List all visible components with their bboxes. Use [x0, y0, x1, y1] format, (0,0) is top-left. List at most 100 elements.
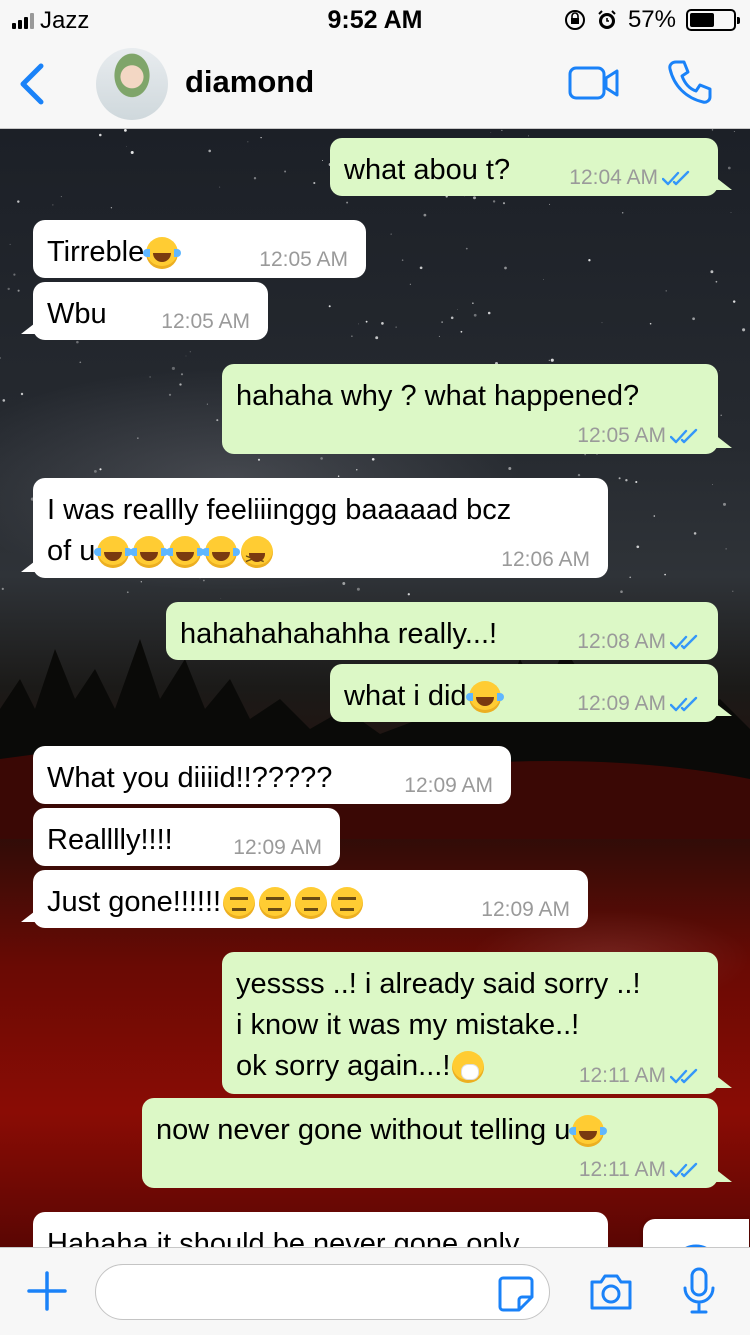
message-time: 12:09 AM	[577, 692, 700, 716]
star	[365, 320, 368, 323]
star	[715, 280, 718, 283]
contact-name[interactable]: diamond	[185, 64, 314, 100]
star	[693, 532, 697, 535]
laugh-emoji-icon	[569, 1115, 608, 1148]
star	[727, 166, 731, 170]
outgoing-message[interactable]: what i did 12:09 AM	[330, 664, 718, 722]
message-text: now never gone without telling u	[156, 1110, 608, 1151]
message-time: 12:09 AM	[233, 836, 322, 859]
star	[692, 317, 695, 321]
star	[216, 419, 219, 422]
orientation-lock-icon	[564, 10, 585, 30]
meh-emoji-icon	[223, 887, 256, 920]
star	[346, 201, 349, 204]
star	[257, 458, 261, 461]
sticker-icon[interactable]	[497, 1275, 535, 1313]
star	[13, 273, 16, 276]
message-text: what abou t?	[344, 154, 511, 186]
star	[140, 581, 142, 583]
scroll-down-icon	[685, 1244, 707, 1247]
star	[710, 270, 714, 274]
star	[441, 321, 443, 323]
star	[126, 591, 129, 594]
message-text: hahaha why ? what happened?	[236, 380, 640, 412]
message-text: Just gone!!!!!!	[47, 882, 365, 923]
laugh-emoji-icon	[94, 536, 133, 569]
star	[208, 149, 211, 153]
message-text: what i did	[344, 676, 504, 717]
incoming-message[interactable]: Just gone!!!!!! 12:09 AM	[33, 870, 588, 928]
star	[543, 279, 545, 280]
microphone-icon[interactable]	[681, 1266, 717, 1316]
outgoing-message[interactable]: hahaha why ? what happened? 12:05 AM	[222, 364, 718, 454]
star	[621, 212, 624, 214]
star	[504, 266, 507, 270]
star	[60, 196, 62, 198]
star	[487, 311, 491, 315]
star	[733, 130, 735, 132]
star	[337, 475, 340, 478]
attach-plus-icon[interactable]	[26, 1270, 68, 1312]
star	[375, 336, 379, 340]
star	[9, 243, 11, 245]
star	[0, 357, 1, 359]
incoming-message[interactable]: What you diiiid!!????? 12:09 AM	[33, 746, 511, 804]
message-time: 12:09 AM	[404, 774, 493, 797]
status-right: 57%	[564, 6, 740, 34]
outgoing-message[interactable]: yessss ..! i already said sorry ..! i kn…	[222, 952, 718, 1094]
battery-percent: 57%	[627, 6, 676, 33]
star	[419, 266, 423, 270]
star	[180, 373, 184, 376]
star	[550, 358, 554, 362]
incoming-message[interactable]: Hahaha it should be never gone only	[33, 1212, 608, 1247]
star	[371, 457, 375, 461]
star	[52, 204, 54, 206]
double-check-icon	[670, 1163, 698, 1178]
phone-call-icon[interactable]	[666, 58, 714, 106]
incoming-message[interactable]: Tirreble 12:05 AM	[33, 220, 366, 278]
star	[548, 359, 550, 361]
star	[649, 322, 652, 325]
star	[206, 403, 208, 405]
composer-bar	[0, 1247, 750, 1335]
star	[260, 136, 262, 139]
star	[149, 376, 151, 378]
chat-area[interactable]: what abou t? 12:04 AM Tirreble 12:05 AM Wbu 1…	[0, 129, 750, 1247]
star	[549, 203, 551, 205]
double-check-icon	[670, 429, 698, 444]
star	[502, 202, 506, 205]
incoming-message[interactable]: I was reallly feeliiinggg baaaaad bcz of…	[33, 478, 608, 579]
scroll-down-button[interactable]	[643, 1219, 749, 1247]
avatar[interactable]	[96, 48, 168, 120]
star	[720, 414, 722, 417]
incoming-message[interactable]: Wbu 12:05 AM	[33, 282, 268, 340]
outgoing-message[interactable]: what abou t? 12:04 AM	[330, 138, 718, 196]
star	[126, 146, 127, 148]
outgoing-message[interactable]: hahahahahahha really...! 12:08 AM	[166, 602, 718, 660]
double-check-icon	[670, 697, 698, 712]
incoming-message[interactable]: Realllly!!!! 12:09 AM	[33, 808, 340, 866]
star	[168, 393, 172, 396]
camera-icon[interactable]	[588, 1272, 634, 1312]
star	[719, 370, 720, 372]
message-time: 12:11 AM	[579, 1064, 700, 1088]
star	[381, 322, 384, 325]
star	[457, 309, 459, 311]
laugh-emoji-icon	[130, 536, 169, 569]
video-call-icon[interactable]	[568, 66, 620, 100]
star	[358, 323, 359, 325]
star	[725, 548, 727, 550]
message-text: Tirreble	[47, 232, 182, 273]
star	[110, 207, 113, 209]
star	[653, 515, 656, 517]
message-text: hahahahahahha really...!	[180, 618, 498, 650]
outgoing-message[interactable]: now never gone without telling u 12:11 AM	[142, 1098, 718, 1188]
star	[473, 196, 476, 200]
meh-emoji-icon	[295, 887, 328, 920]
star	[17, 289, 20, 292]
message-input[interactable]	[95, 1264, 550, 1320]
double-check-icon	[662, 171, 690, 186]
message-text: Wbu	[47, 298, 107, 330]
back-chevron-icon[interactable]	[14, 60, 50, 108]
star	[76, 340, 79, 344]
